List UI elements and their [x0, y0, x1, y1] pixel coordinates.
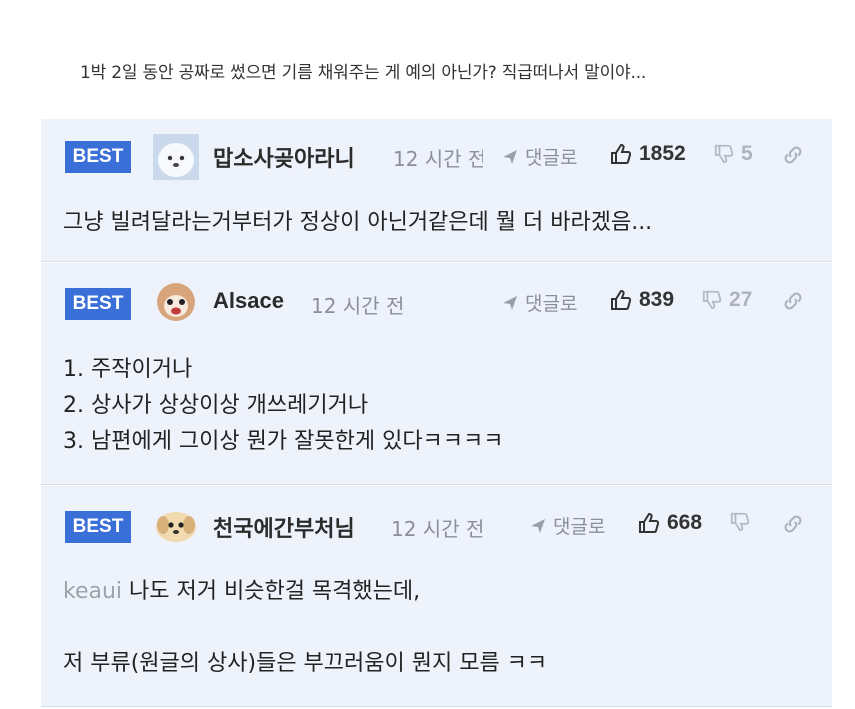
timestamp: 12 시간 전: [391, 517, 485, 541]
downvote-button[interactable]: 5: [713, 142, 753, 166]
comment-text: keaui 나도 저거 비슷한걸 목격했는데,: [63, 574, 420, 610]
reply-button[interactable]: 댓글로: [529, 512, 605, 539]
reply-label: 댓글로: [525, 293, 578, 315]
reply-label: 댓글로: [553, 516, 606, 538]
nickname[interactable]: Alsace: [213, 288, 284, 314]
post-snippet: 1박 2일 동안 공짜로 썼으면 기름 채워주는 게 예의 아닌가? 직급떠나서…: [80, 63, 647, 83]
thumbs-down-icon: [701, 289, 723, 311]
comment-text: 2. 상사가 상상이상 개쓰레기거나: [63, 393, 369, 418]
reply-button[interactable]: 댓글로: [501, 289, 577, 316]
link-icon[interactable]: [781, 512, 805, 536]
thumbs-up-icon: [609, 142, 633, 166]
downvote-count: 27: [729, 288, 753, 311]
upvote-button[interactable]: 668: [637, 511, 702, 535]
upvote-count: 839: [639, 288, 675, 311]
nickname[interactable]: 맙소사곶아라니: [213, 141, 355, 173]
comment-item: BEST Alsace 12 시간 전 댓글로 839 27 1. 주작이거나 …: [41, 263, 832, 485]
thumbs-up-icon: [637, 511, 661, 535]
comment-text: 3. 남편에게 그이상 뭔가 잘못한게 있다ㅋㅋㅋㅋ: [63, 429, 504, 454]
thumbs-down-icon: [713, 143, 735, 165]
upvote-count: 668: [667, 511, 703, 534]
nickname[interactable]: 천국에간부처님: [213, 511, 355, 543]
avatar[interactable]: [153, 134, 199, 180]
best-badge: BEST: [65, 511, 131, 543]
avatar[interactable]: [153, 503, 199, 549]
link-icon[interactable]: [781, 143, 805, 167]
comment-item: BEST 맙소사곶아라니 12 시간 전 댓글로 1852 5 그냥 빌려달라는…: [41, 119, 832, 262]
best-badge: BEST: [65, 288, 131, 320]
link-icon[interactable]: [781, 289, 805, 313]
comment-header: BEST 맙소사곶아라니 12 시간 전 댓글로 1852 5: [41, 119, 832, 189]
thumbs-up-icon: [609, 288, 633, 312]
comment-header: BEST Alsace 12 시간 전 댓글로 839 27: [41, 263, 832, 333]
mention-username[interactable]: keaui: [63, 579, 122, 604]
comment-text: 저 부류(원글의 상사)들은 부끄러움이 뭔지 모름 ㅋㅋ: [63, 651, 548, 676]
reply-arrow-icon: [501, 148, 519, 166]
reply-label: 댓글로: [525, 147, 578, 169]
upvote-button[interactable]: 839: [609, 288, 674, 312]
downvote-button[interactable]: [729, 511, 757, 533]
reply-arrow-icon: [501, 294, 519, 312]
downvote-button[interactable]: 27: [701, 288, 752, 312]
reply-arrow-icon: [529, 517, 547, 535]
upvote-count: 1852: [639, 142, 686, 165]
comment-text: 그냥 빌려달라는거부터가 정상이 아닌거같은데 뭘 더 바라겠음...: [63, 210, 653, 235]
comment-header: BEST 천국에간부처님 12 시간 전 댓글로 668: [41, 486, 832, 556]
timestamp: 12 시간 전: [393, 147, 483, 171]
comment-text: 1. 주작이거나: [63, 357, 193, 382]
best-badge: BEST: [65, 141, 131, 173]
comment-line: 나도 저거 비슷한걸 목격했는데,: [129, 579, 421, 604]
thumbs-down-icon: [729, 511, 751, 533]
timestamp: 12 시간 전: [311, 294, 405, 318]
comment-item: BEST 천국에간부처님 12 시간 전 댓글로 668 keaui 나도 저거…: [41, 486, 832, 707]
downvote-count: 5: [741, 142, 753, 165]
reply-button[interactable]: 댓글로: [501, 143, 577, 170]
avatar[interactable]: [153, 278, 199, 324]
upvote-button[interactable]: 1852: [609, 142, 686, 166]
